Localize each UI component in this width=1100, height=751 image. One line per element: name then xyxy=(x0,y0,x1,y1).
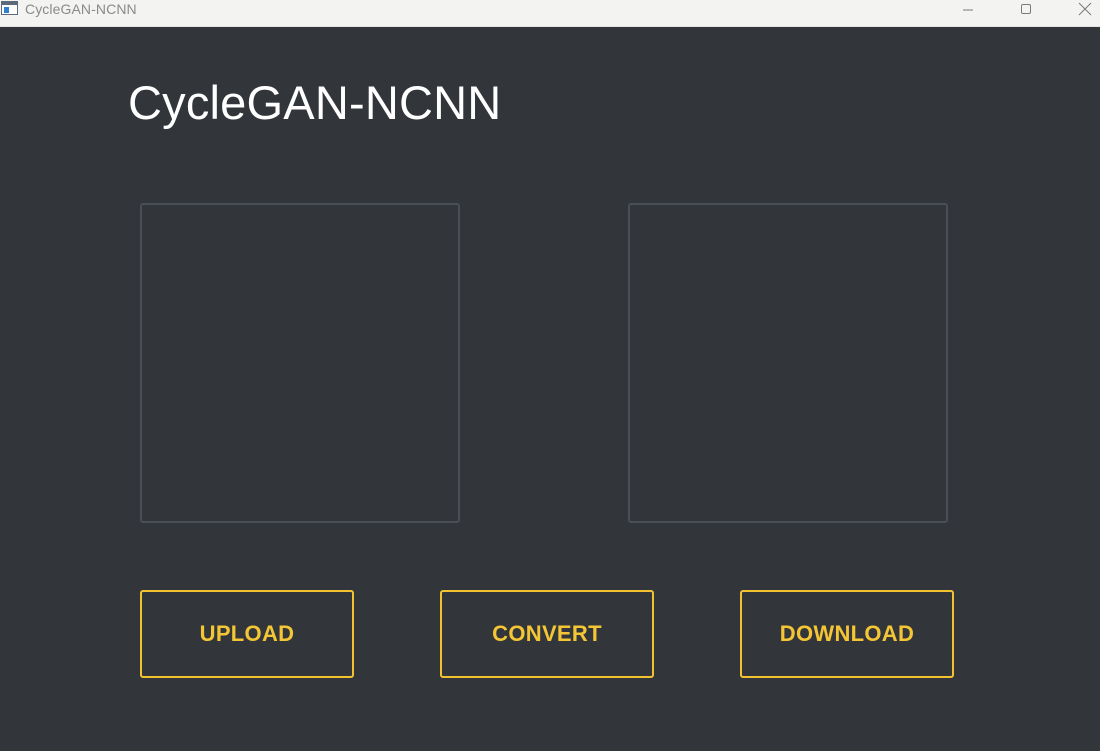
window-title: CycleGAN-NCNN xyxy=(25,1,137,17)
app-content: CycleGAN-NCNN UPLOAD CONVERT DOWNLOAD xyxy=(0,27,1100,751)
close-icon xyxy=(1078,2,1092,16)
convert-button[interactable]: CONVERT xyxy=(440,590,654,678)
close-button[interactable] xyxy=(1062,0,1100,18)
window-titlebar[interactable]: CycleGAN-NCNN xyxy=(0,0,1100,27)
maximize-button[interactable] xyxy=(1003,0,1049,18)
minimize-button[interactable] xyxy=(945,0,991,18)
app-window-icon xyxy=(1,1,18,15)
minimize-icon xyxy=(963,9,973,11)
upload-button[interactable]: UPLOAD xyxy=(140,590,354,678)
input-image-panel[interactable] xyxy=(140,203,460,523)
download-button[interactable]: DOWNLOAD xyxy=(740,590,954,678)
app-heading: CycleGAN-NCNN xyxy=(128,76,502,129)
maximize-icon xyxy=(1021,4,1031,14)
output-image-panel xyxy=(628,203,948,523)
